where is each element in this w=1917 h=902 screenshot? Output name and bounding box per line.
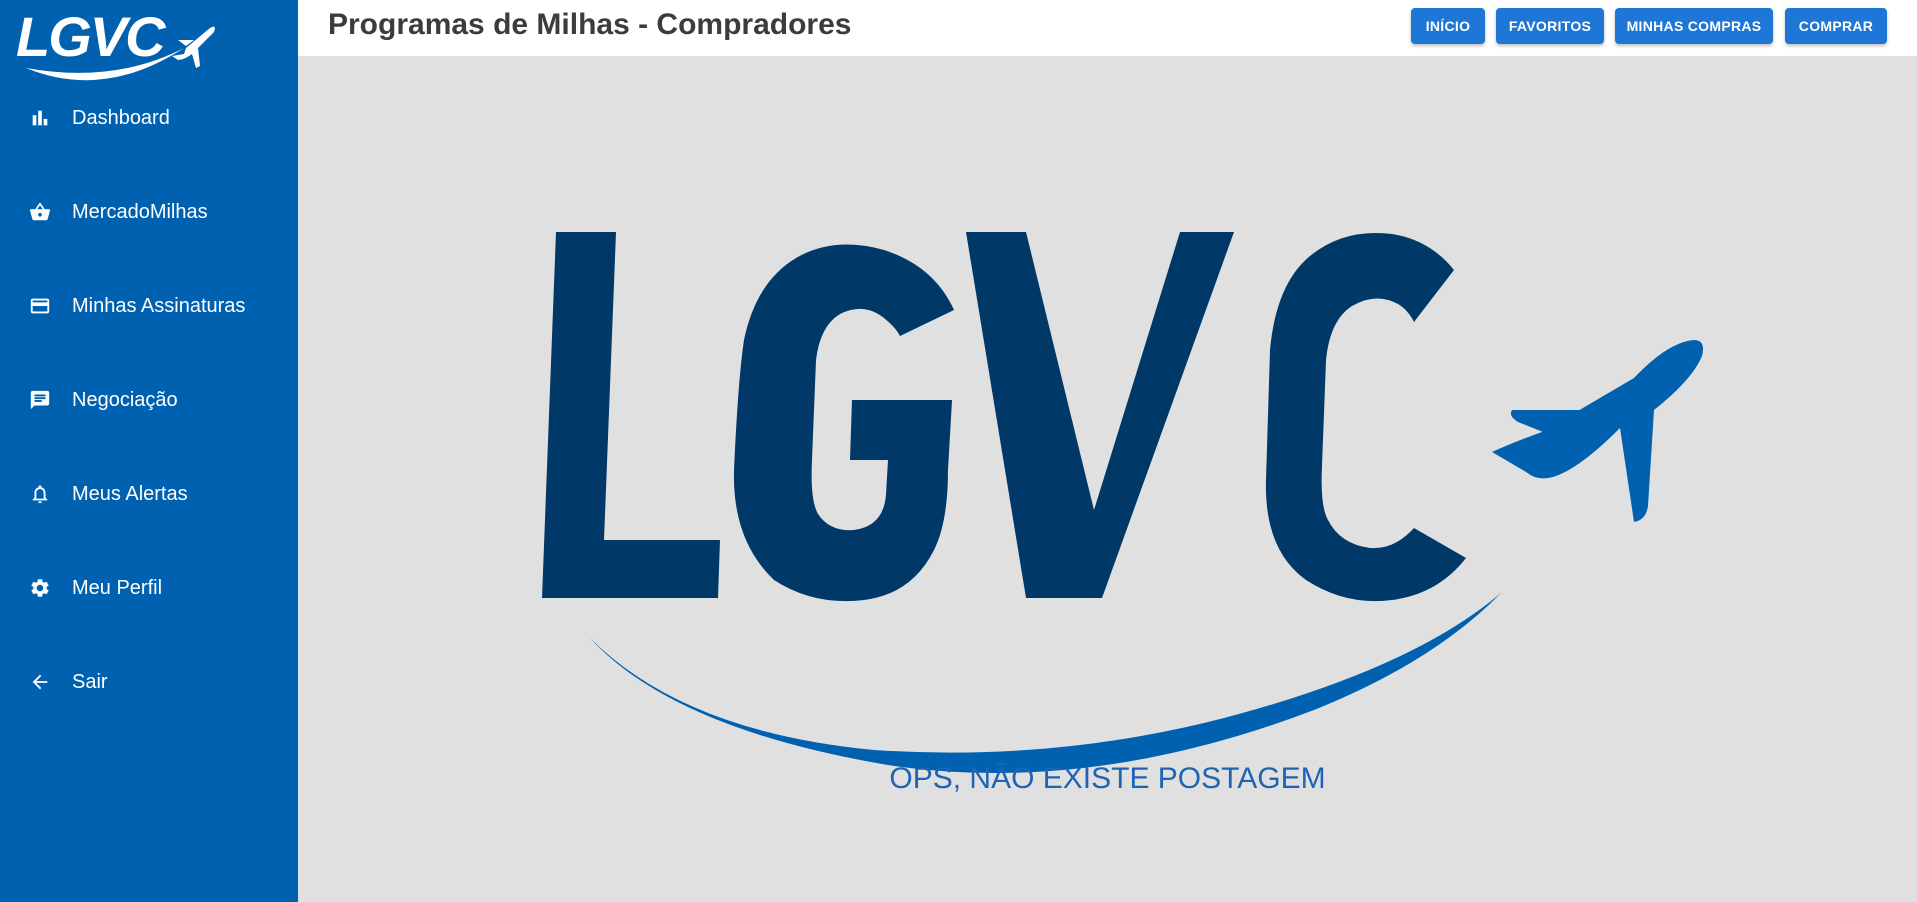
sidebar-item-mercadomilhas[interactable]: MercadoMilhas [0, 182, 298, 242]
brand-logo-large [542, 232, 1703, 773]
sidebar-item-sair[interactable]: Sair [0, 652, 298, 712]
sidebar-item-label: Minhas Assinaturas [72, 294, 246, 317]
page-title: Programas de Milhas - Compradores [328, 8, 852, 41]
brand-logo[interactable]: LGVC [14, 4, 224, 90]
chat-icon [28, 388, 52, 412]
favoritos-button[interactable]: FAVORITOS [1496, 8, 1604, 44]
sidebar-item-label: Sair [72, 670, 108, 693]
sidebar-item-label: Dashboard [72, 106, 170, 129]
svg-text:LGVC: LGVC [16, 5, 167, 68]
sidebar-item-minhas-assinaturas[interactable]: Minhas Assinaturas [0, 276, 298, 336]
sidebar-item-meu-perfil[interactable]: Meu Perfil [0, 558, 298, 618]
sidebar-item-meus-alertas[interactable]: Meus Alertas [0, 464, 298, 524]
main-content: OPS, NÃO EXISTE POSTAGEM [298, 56, 1917, 902]
basket-icon [28, 200, 52, 224]
inicio-button[interactable]: INÍCIO [1411, 8, 1485, 44]
minhas-compras-button[interactable]: MINHAS COMPRAS [1615, 8, 1773, 44]
sidebar-item-label: Meu Perfil [72, 576, 163, 599]
credit-card-icon [28, 294, 52, 318]
comprar-button[interactable]: COMPRAR [1785, 8, 1887, 44]
top-bar: Programas de Milhas - Compradores INÍCIO… [298, 0, 1917, 56]
gear-icon [28, 576, 52, 600]
bar-chart-icon [28, 106, 52, 130]
sidebar-item-negociacao[interactable]: Negociação [0, 370, 298, 430]
sidebar-item-dashboard[interactable]: Dashboard [0, 88, 298, 148]
empty-state-message: OPS, NÃO EXISTE POSTAGEM [889, 762, 1326, 795]
arrow-left-icon [28, 670, 52, 694]
sidebar-item-label: Negociação [72, 388, 178, 411]
bell-icon [28, 482, 52, 506]
sidebar-item-label: Meus Alertas [72, 482, 188, 505]
sidebar-item-label: MercadoMilhas [72, 200, 208, 223]
sidebar: LGVC Dashboard MercadoMilhas Minhas Assi… [0, 0, 298, 902]
